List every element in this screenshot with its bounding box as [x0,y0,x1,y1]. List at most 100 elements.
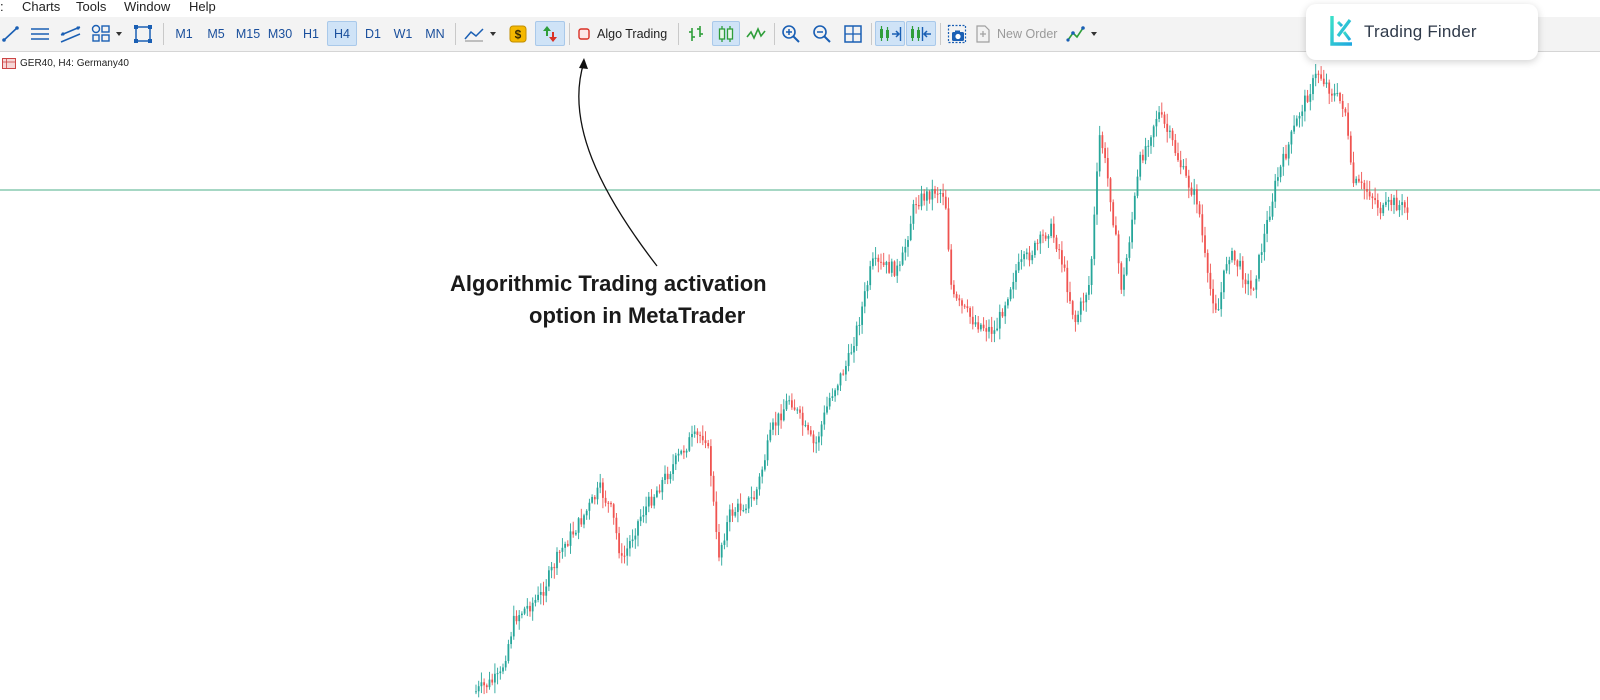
candle-body [1169,130,1171,132]
timeframe-m5-button[interactable]: M5 [202,21,230,46]
candle-body [539,591,542,595]
candle-body [1155,118,1158,127]
candle-body [1349,135,1352,163]
bar-chart-icon[interactable] [683,21,709,46]
candle-body [834,390,836,397]
candle-body [607,502,610,504]
candle-body [653,496,656,506]
candle-body [885,261,888,266]
timeframe-w1-button[interactable]: W1 [389,21,417,46]
zoom-out-icon[interactable] [809,21,835,46]
one-click-trading-icon[interactable] [535,21,565,46]
line-chart-icon[interactable] [743,21,769,46]
timeframe-d1-button[interactable]: D1 [359,21,387,46]
timeframe-mn-button[interactable]: MN [420,21,450,46]
candle-body [583,515,585,525]
candle-body [650,496,653,506]
candle-body [1036,242,1039,244]
candle-body [766,440,769,461]
menu-item-file-cut[interactable]: : [0,0,4,15]
toolbar-separator [163,23,164,45]
candle-body [1190,187,1193,195]
candle-body [853,346,855,353]
menu-item-tools[interactable]: Tools [76,0,106,15]
zoom-in-icon[interactable] [778,21,804,46]
candle-body [720,544,723,558]
new-order-button[interactable]: New Order [975,21,1061,46]
candle-body [564,543,566,548]
candle-body [1295,118,1298,126]
candle-body [1204,235,1206,253]
candle-body [548,570,550,587]
candle-body [1322,78,1325,85]
channel-icon[interactable] [59,21,83,46]
candle-body [988,326,990,332]
candle-body [826,406,828,413]
candle-body [618,533,620,554]
candle-body [1066,267,1069,293]
candle-body [639,516,642,522]
candle-body [1182,166,1185,168]
dollar-icon[interactable]: $ [505,21,531,46]
timeframe-m30-button[interactable]: M30 [264,21,296,46]
candle-body [515,615,518,622]
candle-body [812,434,815,444]
candle-body [556,551,558,569]
candle-body [1271,201,1274,217]
candle-body [769,429,772,441]
candle-body [963,305,966,307]
grid-icon[interactable] [840,21,866,46]
rectangle-icon[interactable] [131,21,155,46]
signals-dropdown-icon[interactable] [1064,21,1104,46]
candle-body [1074,314,1077,323]
timeframe-h1-button[interactable]: H1 [297,21,325,46]
candle-body [666,473,669,480]
menu-item-window[interactable]: Window [124,0,170,15]
trendline-icon[interactable] [0,21,22,46]
candle-body [1258,254,1260,279]
candle-body [510,636,512,645]
hlines-icon[interactable] [28,21,52,46]
candle-body [753,497,755,500]
candle-body [969,308,971,317]
auto-scroll-icon[interactable] [875,21,905,46]
algo-trading-button[interactable]: Algo Trading [574,21,672,46]
candlestick-chart-icon[interactable] [712,21,740,46]
indicator-list-button[interactable] [462,21,502,46]
price-chart[interactable] [0,52,1600,700]
candle-body [537,594,539,600]
candle-body [1147,145,1150,147]
candle-body [542,591,545,596]
candle-body [1268,216,1271,220]
candle-body [683,450,685,453]
candle-body [1055,237,1058,250]
timeframe-m15-button[interactable]: M15 [232,21,264,46]
timeframe-h4-button[interactable]: H4 [327,21,357,46]
candle-body [1358,178,1360,182]
candle-body [612,504,615,518]
candle-body [974,322,977,325]
candle-body [1047,236,1050,239]
candle-body [1398,205,1401,211]
candle-body [1382,204,1385,214]
menu-item-charts[interactable]: Charts [22,0,60,15]
candle-body [696,431,699,435]
candle-body [996,328,998,331]
chart-symbol-text: GER40, H4: Germany40 [20,58,129,69]
candle-body [1252,288,1255,290]
candle-body [1101,135,1104,149]
chart-shift-icon[interactable] [906,21,936,46]
shapes-icon[interactable] [90,21,126,46]
candle-body [745,508,747,511]
candle-body [1133,195,1136,220]
screenshot-icon[interactable] [944,21,970,46]
candle-body [1255,278,1258,290]
candle-body [1179,160,1182,168]
svg-text:$: $ [515,27,522,41]
menu-item-help[interactable]: Help [189,0,216,15]
candle-body [1082,301,1085,303]
candle-body [620,553,623,556]
candle-body [739,503,742,511]
candle-body [915,204,917,206]
timeframe-m1-button[interactable]: M1 [170,21,198,46]
